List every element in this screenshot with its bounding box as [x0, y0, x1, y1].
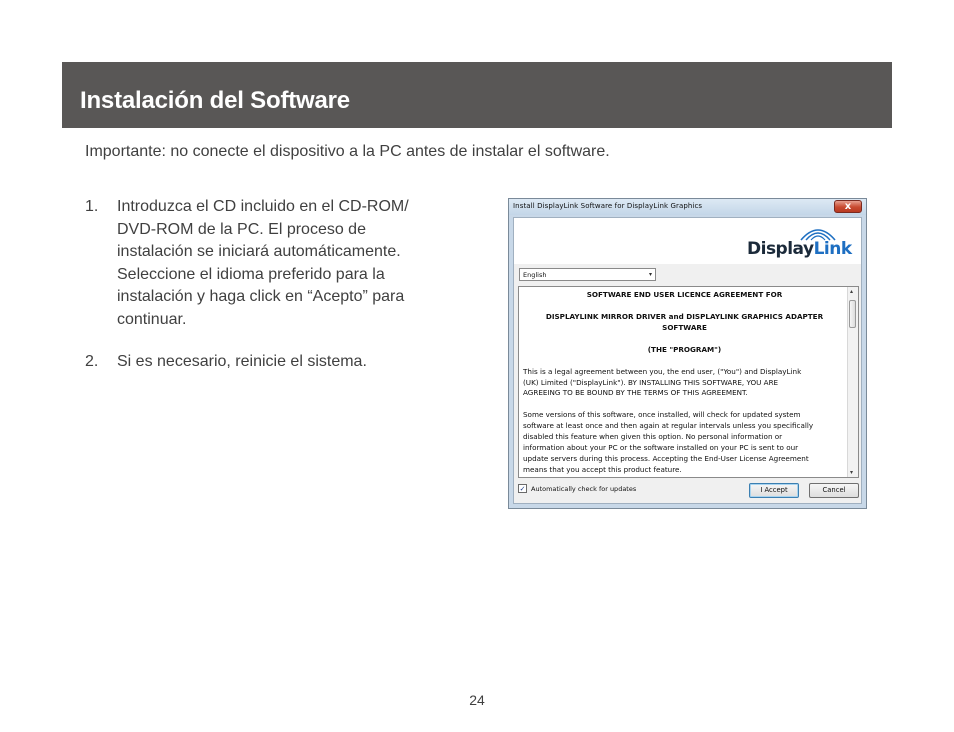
license-text-area[interactable]: SOFTWARE END USER LICENCE AGREEMENT FOR …: [518, 286, 859, 478]
chevron-down-icon[interactable]: ▾: [649, 271, 652, 278]
license-heading: DISPLAYLINK MIRROR DRIVER and DISPLAYLIN…: [545, 311, 824, 321]
dialog-titlebar[interactable]: Install DisplayLink Software for Display…: [509, 199, 866, 215]
license-line: update servers during this process. Acce…: [523, 453, 809, 463]
steps-list: 1. Introduzca el CD incluido en el CD-RO…: [85, 196, 465, 374]
license-heading: SOFTWARE END USER LICENCE AGREEMENT FOR: [586, 290, 783, 299]
license-line: Some versions of this software, once ins…: [523, 410, 801, 420]
step-line: DVD-ROM de la PC. El proceso de: [117, 220, 366, 238]
step-line: Introduzca el CD incluido en el CD-ROM/: [117, 198, 409, 215]
step-line: Seleccione el idioma preferido para la: [117, 265, 385, 283]
close-button[interactable]: x: [834, 200, 862, 213]
logo-text-display: Display: [747, 239, 814, 259]
license-text: SOFTWARE END USER LICENCE AGREEMENT FOR …: [523, 290, 846, 476]
logo-text-link: Link: [813, 239, 853, 259]
auto-update-checkbox[interactable]: ✓: [518, 484, 527, 493]
step-number: 2.: [85, 353, 99, 370]
license-heading: SOFTWARE: [662, 322, 707, 332]
license-heading: (THE "PROGRAM"): [647, 344, 722, 354]
page-title: Instalación del Software: [80, 87, 350, 114]
displaylink-logo: DisplayLink: [747, 223, 855, 259]
dialog-title: Install DisplayLink Software for Display…: [513, 202, 703, 210]
header-bar: Instalación del Software: [62, 62, 892, 128]
step-number: 1.: [85, 198, 99, 215]
license-line: information about your PC or the softwar…: [523, 443, 799, 453]
step-line: instalación y haga click en “Acepto” par…: [117, 288, 405, 305]
step-line: Si es necesario, reinicie el sistema.: [117, 353, 367, 370]
cancel-button[interactable]: Cancel: [809, 483, 859, 498]
dialog-client: DisplayLink English ▾ SOFTWARE END USER …: [513, 217, 862, 504]
dialog-banner: DisplayLink: [514, 218, 861, 264]
important-note: Importante: no conecte el dispositivo a …: [85, 143, 610, 160]
language-value: English: [523, 271, 547, 279]
license-line: software at least once and then again at…: [523, 421, 814, 431]
language-select[interactable]: English ▾: [519, 268, 656, 281]
step-line: instalación se iniciará automáticamente.: [117, 243, 401, 260]
license-line: (UK) Limited ("DisplayLink"). BY INSTALL…: [523, 377, 779, 387]
license-line: This is a legal agreement between you, t…: [523, 366, 802, 376]
step-item: 1. Introduzca el CD incluido en el CD-RO…: [85, 196, 465, 331]
scroll-thumb[interactable]: [849, 300, 856, 328]
step-line: continuar.: [117, 310, 187, 328]
step-item: 2. Si es necesario, reinicie el sistema.: [85, 351, 465, 374]
accept-button[interactable]: I Accept: [749, 483, 799, 498]
scroll-down-icon[interactable]: ▾: [850, 469, 853, 476]
page-number: 24: [469, 692, 485, 708]
license-line: AGREEING TO BE BOUND BY THE TERMS OF THI…: [523, 388, 748, 398]
install-dialog-screenshot: Install DisplayLink Software for Display…: [508, 198, 867, 509]
license-line: disabled this feature when given this op…: [523, 432, 783, 442]
auto-update-label[interactable]: Automatically check for updates: [531, 485, 636, 493]
license-scrollbar[interactable]: ▴ ▾: [847, 287, 858, 477]
license-line: means that you accept this product featu…: [523, 464, 682, 474]
scroll-up-icon[interactable]: ▴: [850, 288, 853, 295]
